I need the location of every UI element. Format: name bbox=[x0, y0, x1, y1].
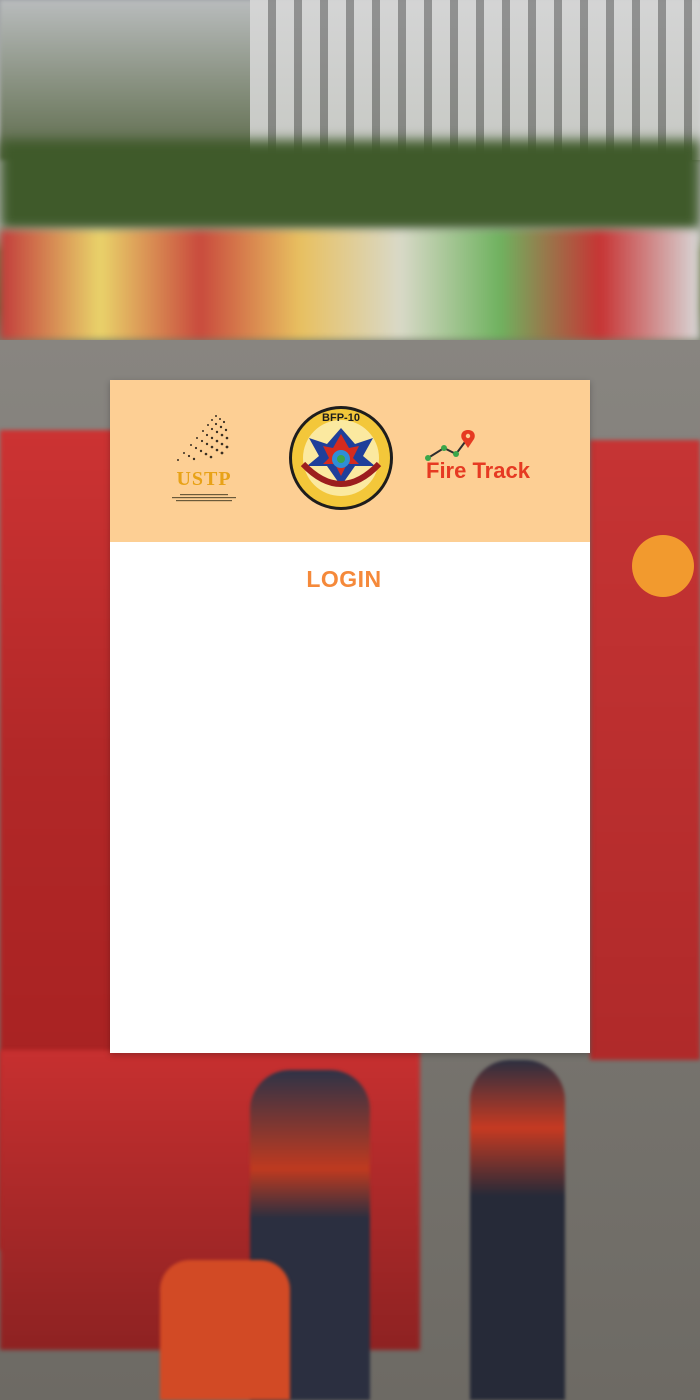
bfp-seal-icon: BFP-10 bbox=[289, 406, 393, 510]
route-pin-icon bbox=[425, 430, 475, 461]
bfp-seal-text: BFP-10 bbox=[322, 412, 360, 424]
bfp-seal-logo: BFP-10 bbox=[287, 404, 395, 512]
login-title: LOGIN bbox=[306, 566, 382, 592]
login-card: USTP BFP-10 Fire Track LOGIN bbox=[110, 380, 590, 1053]
ustp-logo: USTP bbox=[158, 410, 248, 510]
firetrack-wordmark: Fire Track bbox=[426, 458, 530, 483]
logo-header: USTP BFP-10 Fire Track bbox=[110, 380, 590, 542]
firetrack-logo: Fire Track bbox=[422, 428, 578, 496]
ustp-wordmark: USTP bbox=[176, 468, 232, 490]
ustp-subtitle-graphic bbox=[172, 494, 236, 502]
ustp-dots-icon bbox=[177, 415, 229, 461]
